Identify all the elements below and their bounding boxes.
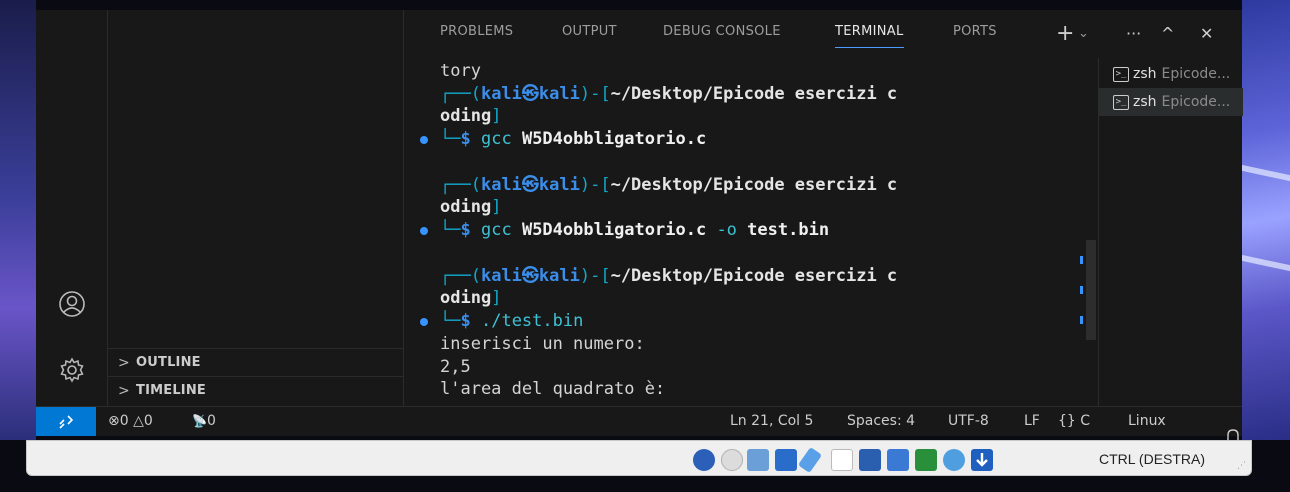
audio-icon[interactable] <box>747 449 769 471</box>
vscode-window: > OUTLINE > TIMELINE PROBLEMS OUTPUT DEB… <box>36 10 1243 445</box>
terminal-tab-desc: Epicode... <box>1161 94 1231 110</box>
eol-status[interactable]: LF <box>1024 413 1040 429</box>
video-capture-icon[interactable] <box>887 449 909 471</box>
chevron-down-icon[interactable]: ⌄ <box>1078 22 1089 44</box>
command-decoration-icon[interactable] <box>420 227 428 235</box>
terminal-prompt-cont: oding] <box>440 197 502 217</box>
error-icon: ⊗ <box>108 413 120 429</box>
virtualization-icon[interactable] <box>915 449 937 471</box>
ports-status[interactable]: 📡0 <box>192 413 216 429</box>
terminal-tabs-list: >_ zsh Epicode... >_ zsh Epicode... <box>1098 58 1243 406</box>
terminal-output[interactable]: tory ┌──(kali㉿kali)-[~/Desktop/Epicode e… <box>404 58 1052 406</box>
terminal-tab-item[interactable]: >_ zsh Epicode... <box>1099 88 1243 116</box>
tab-terminal[interactable]: TERMINAL <box>835 24 904 48</box>
tab-debug-console[interactable]: DEBUG CONSOLE <box>663 24 781 48</box>
terminal-prompt: ┌──(kali㉿kali)-[~/Desktop/Epicode eserci… <box>440 175 898 195</box>
tab-problems[interactable]: PROBLEMS <box>440 24 513 48</box>
terminal-prompt: ┌──(kali㉿kali)-[~/Desktop/Epicode eserci… <box>440 266 898 286</box>
display-icon[interactable] <box>859 449 881 471</box>
language-mode[interactable]: {} C <box>1058 413 1090 429</box>
chevron-right-icon: > <box>118 354 130 371</box>
bottom-panel: PROBLEMS OUTPUT DEBUG CONSOLE TERMINAL P… <box>404 10 1243 406</box>
terminal-prompt-cont: oding] <box>440 106 502 126</box>
terminal-prompt: ┌──(kali㉿kali)-[~/Desktop/Epicode eserci… <box>440 84 898 104</box>
terminal-icon: >_ <box>1113 94 1129 110</box>
warning-icon: △ <box>133 413 144 429</box>
terminal-command: └─$ gcc W5D4obbligatorio.c -o test.bin <box>440 220 830 240</box>
problems-status[interactable]: ⊗0 △0 <box>108 413 153 429</box>
tab-output[interactable]: OUTPUT <box>562 24 617 48</box>
terminal-tab-desc: Epicode... <box>1161 66 1231 82</box>
new-terminal-button[interactable]: + <box>1056 21 1074 46</box>
terminal-prompt-cont: oding] <box>440 288 502 308</box>
status-bar: ⊗0 △0 📡0 Ln 21, Col 5 Spaces: 4 UTF-8 LF… <box>36 406 1242 445</box>
terminal-line: tory <box>440 61 481 81</box>
chevron-right-icon: > <box>118 382 130 399</box>
sidebar-section-timeline[interactable]: > TIMELINE <box>108 376 404 404</box>
tab-ports[interactable]: PORTS <box>953 24 997 48</box>
terminal-icon: >_ <box>1113 66 1129 82</box>
encoding-status[interactable]: UTF-8 <box>948 413 989 429</box>
platform-status[interactable]: Linux <box>1128 413 1166 429</box>
cursor-position[interactable]: Ln 21, Col 5 <box>730 413 813 429</box>
indentation-status[interactable]: Spaces: 4 <box>847 413 915 429</box>
usb-icon[interactable] <box>797 446 823 474</box>
terminal-tab-item[interactable]: >_ zsh Epicode... <box>1099 60 1243 88</box>
terminal-line: 2,5 <box>440 357 471 377</box>
virtualbox-status-bar: CTRL (DESTRA) ⋰ <box>26 440 1252 476</box>
accounts-icon[interactable] <box>56 288 88 320</box>
desktop-background-left <box>0 0 36 440</box>
broadcast-icon: 📡 <box>192 414 207 428</box>
terminal-command: └─$ ./test.bin <box>440 311 584 331</box>
terminal-tab-name: zsh <box>1133 66 1157 82</box>
desktop-background-right <box>1242 0 1290 440</box>
terminal-command: └─$ gcc W5D4obbligatorio.c <box>440 129 707 149</box>
terminal-scrollbar[interactable] <box>1086 240 1096 340</box>
resize-grip-icon[interactable]: ⋰ <box>1237 461 1246 471</box>
maximize-panel-icon[interactable]: ^ <box>1161 22 1174 44</box>
sidebar-section-outline[interactable]: > OUTLINE <box>108 348 404 376</box>
scrollbar-marker <box>1080 316 1083 324</box>
remote-indicator-button[interactable] <box>36 407 96 436</box>
panel-tabs: PROBLEMS OUTPUT DEBUG CONSOLE TERMINAL P… <box>404 10 1242 54</box>
close-icon[interactable]: ✕ <box>1200 22 1213 44</box>
hard-disk-icon[interactable] <box>693 449 715 471</box>
more-actions-icon[interactable]: ··· <box>1126 22 1141 44</box>
sidebar: > OUTLINE > TIMELINE <box>108 10 404 406</box>
keyboard-capture-icon[interactable] <box>971 449 993 471</box>
command-decoration-icon[interactable] <box>420 136 428 144</box>
terminal-tab-name: zsh <box>1133 94 1157 110</box>
host-key-label: CTRL (DESTRA) <box>1099 451 1206 467</box>
gear-icon[interactable] <box>56 354 88 386</box>
scrollbar-marker <box>1080 286 1083 294</box>
sidebar-section-label: TIMELINE <box>136 383 207 398</box>
sidebar-section-label: OUTLINE <box>136 355 201 370</box>
mouse-integration-icon[interactable] <box>943 449 965 471</box>
scrollbar-marker <box>1080 256 1083 264</box>
activity-bar <box>36 10 108 406</box>
terminal-line: l'area del quadrato è: <box>440 379 666 399</box>
shared-folders-icon[interactable] <box>831 449 853 471</box>
terminal-line: inserisci un numero: <box>440 334 645 354</box>
command-decoration-icon[interactable] <box>420 318 428 326</box>
network-icon[interactable] <box>775 449 797 471</box>
optical-drive-icon[interactable] <box>721 449 743 471</box>
remote-icon <box>59 414 74 429</box>
